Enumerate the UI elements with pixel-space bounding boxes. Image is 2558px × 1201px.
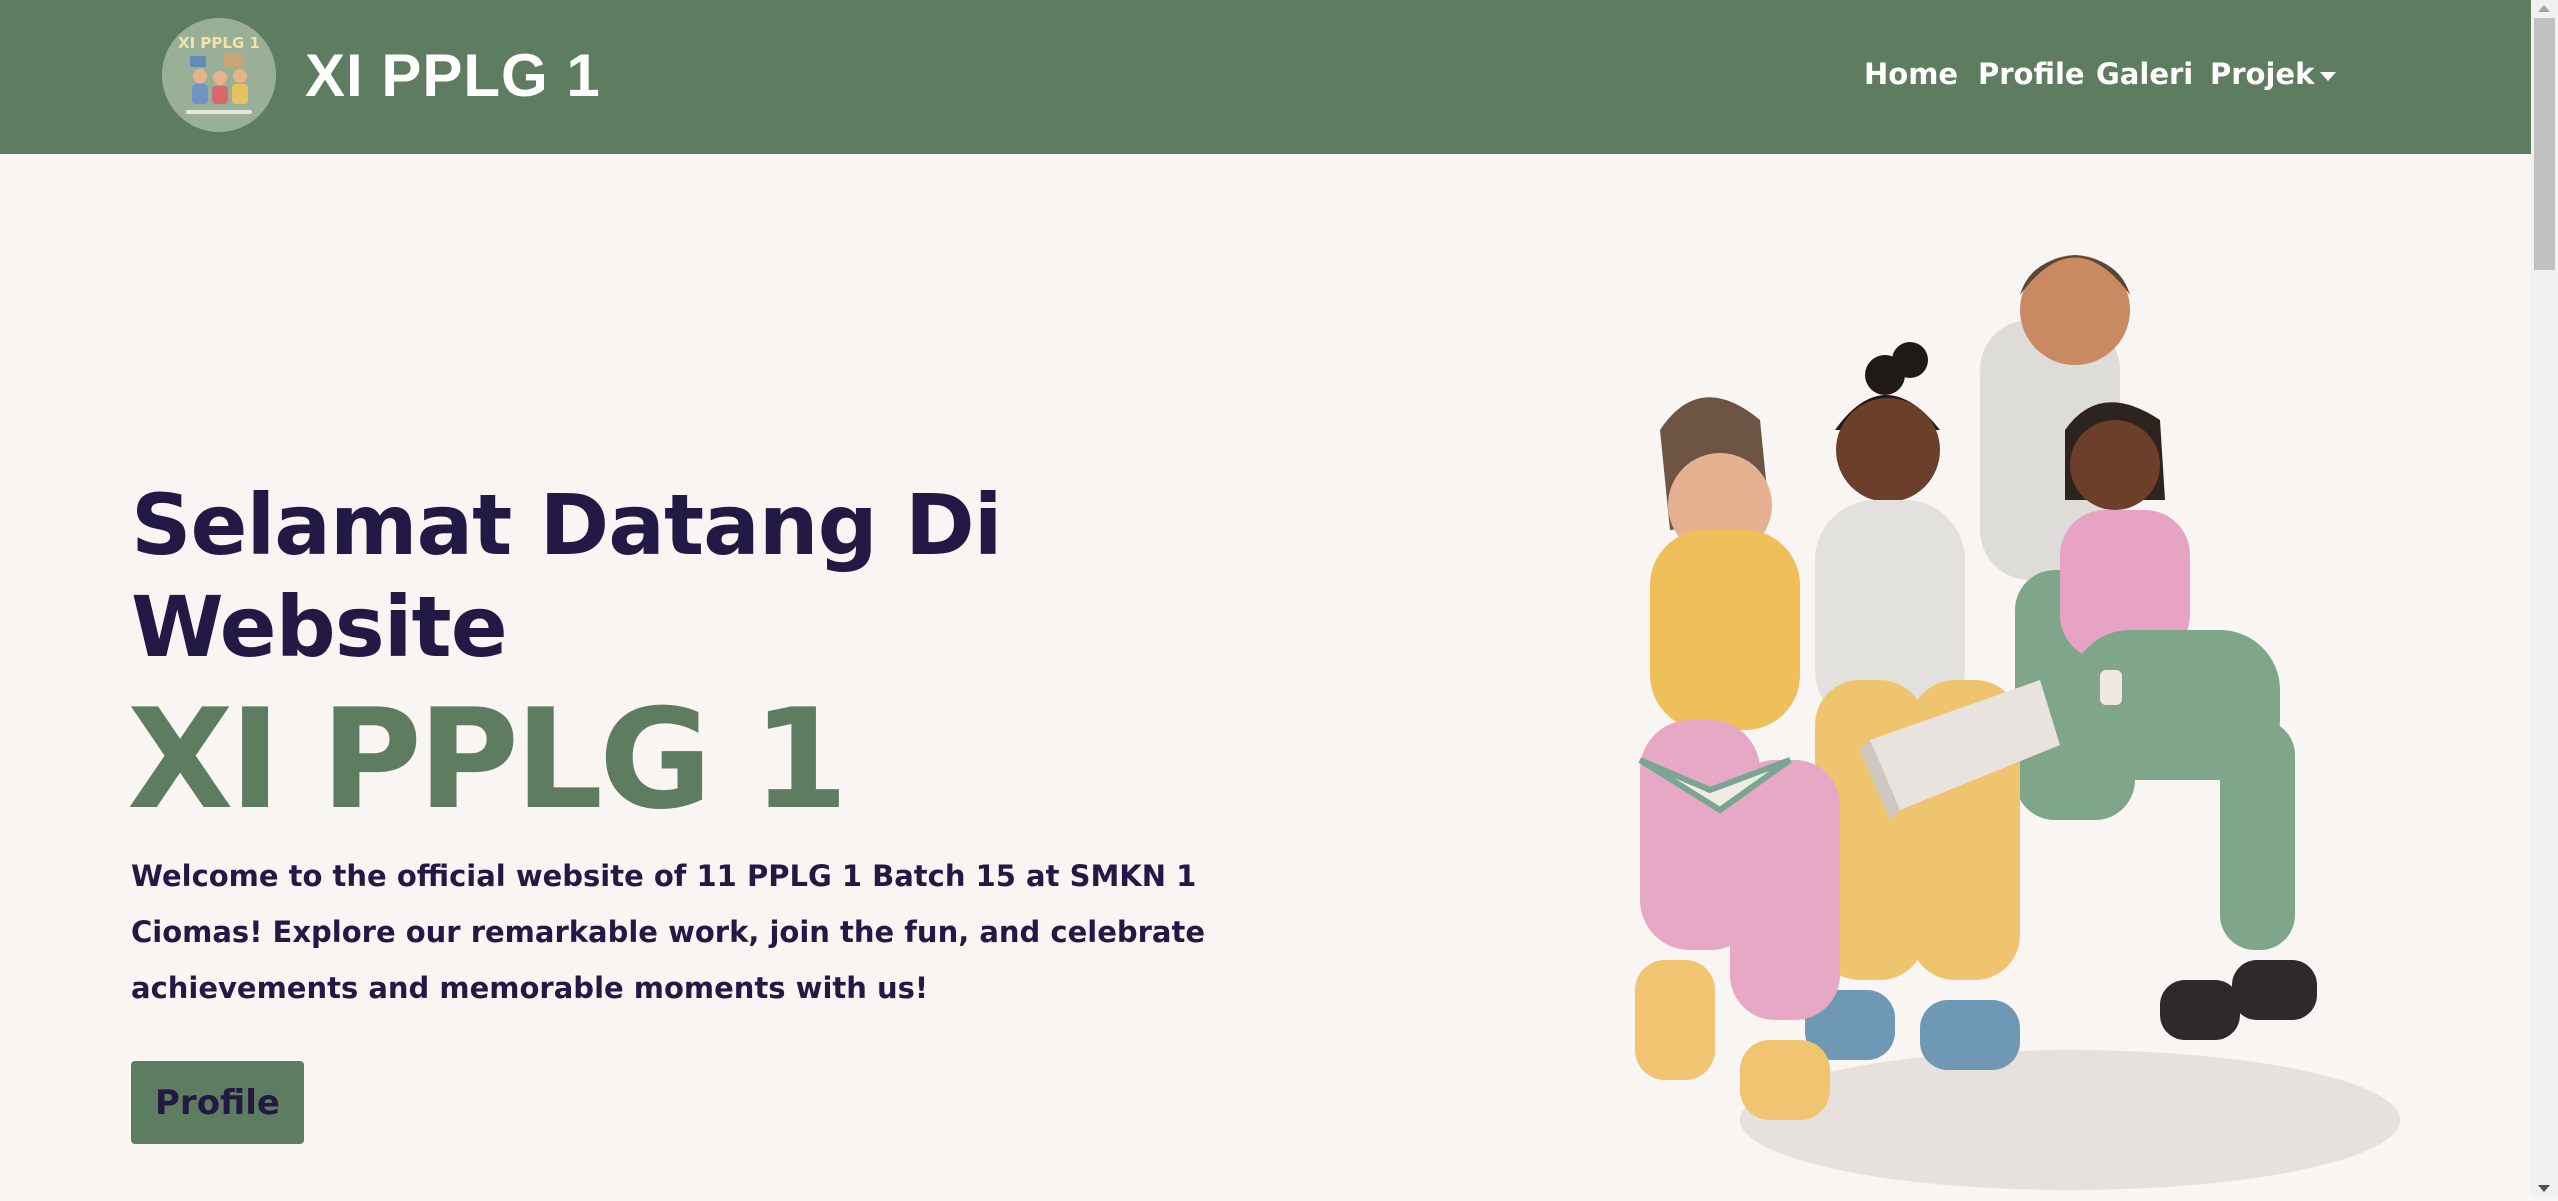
nav-link-profile[interactable]: Profile: [1978, 52, 2085, 96]
nav-link-galeri[interactable]: Galeri: [2096, 52, 2193, 96]
navbar: XI PPLG 1 XI PPLG 1 Home Profile Galeri …: [0, 0, 2531, 154]
students-illustration: [1620, 200, 2420, 1197]
brand-title[interactable]: XI PPLG 1: [305, 38, 601, 114]
vertical-scrollbar[interactable]: [2531, 0, 2558, 1197]
students-studying-illustration-icon: [1635, 255, 2400, 1190]
hero-description: Welcome to the official website of 11 PP…: [131, 859, 1206, 1005]
logo-text: XI PPLG 1: [178, 34, 260, 52]
hero-heading-line-1: Selamat Datang Di: [131, 476, 1002, 574]
scroll-up-arrow-icon[interactable]: [2538, 5, 2550, 12]
class-logo-icon: XI PPLG 1: [162, 18, 276, 132]
nav-link-home[interactable]: Home: [1864, 52, 1958, 96]
hero-class-name: XI PPLG 1: [127, 679, 848, 840]
hero-heading-line-2: Website: [131, 578, 508, 676]
profile-button[interactable]: Profile: [131, 1061, 304, 1144]
scroll-down-arrow-icon[interactable]: [2538, 1185, 2550, 1192]
scroll-thumb[interactable]: [2534, 18, 2555, 270]
class-logo[interactable]: XI PPLG 1: [162, 18, 276, 132]
chevron-down-icon: [2320, 71, 2337, 81]
nav-dropdown-projek[interactable]: Projek: [2210, 52, 2337, 96]
nav-link-projek-label: Projek: [2210, 57, 2315, 91]
